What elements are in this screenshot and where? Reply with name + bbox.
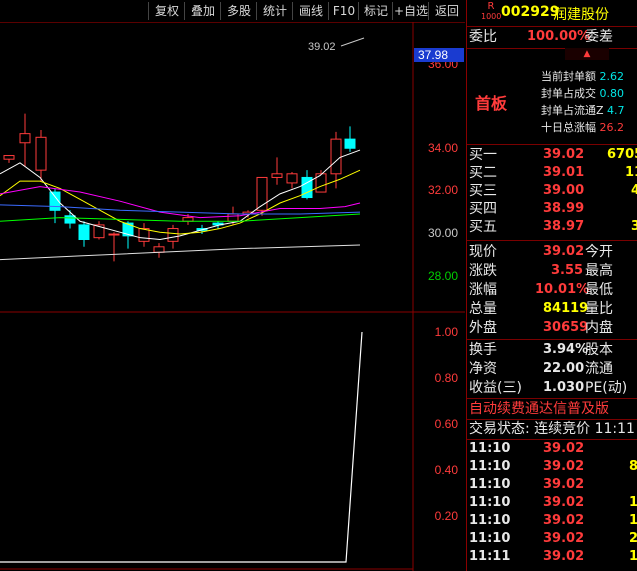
candle-body xyxy=(344,138,356,149)
price-tick-label: 30.00 xyxy=(428,226,458,240)
trade-status: 交易状态: 连续竞价 11:11 xyxy=(469,421,635,437)
board-stat-row: 封单占成交 0.80 xyxy=(541,87,624,100)
tick-row: 11:10 39.02 xyxy=(469,441,585,456)
tick-row: 11:10 39.02 2 xyxy=(469,531,637,546)
badge-bottom: 1000 xyxy=(481,12,502,21)
candle-body xyxy=(108,233,120,236)
kline-chart[interactable]: 36.00 34.00 32.00 30.00 28.00 37.98 39.0… xyxy=(0,22,465,571)
quote-row: 涨幅 10.01% 最低 xyxy=(469,282,613,298)
long-ma-line xyxy=(0,244,361,261)
board-title: 首板 xyxy=(475,94,508,113)
statistics-button[interactable]: 统计 xyxy=(256,2,293,20)
candle-body xyxy=(138,228,150,242)
indicator-tick-label: 0.40 xyxy=(435,463,459,477)
tick-row: 11:10 39.02 1 xyxy=(469,495,637,510)
high-price-annotation: 39.02 xyxy=(308,41,336,53)
price-tick-label: 34.00 xyxy=(428,141,458,155)
overlay-button[interactable]: 叠加 xyxy=(184,2,221,20)
board-stat-row: 十日总涨幅 26.2 xyxy=(541,121,624,134)
fundamental-row: 收益(三) 1.030 PE(动) xyxy=(469,380,628,396)
candle-body xyxy=(35,136,47,171)
board-stat-row: 封单占流通Z 4.7 xyxy=(541,104,625,117)
market-badge: R 1000 xyxy=(481,2,501,24)
candle-body xyxy=(182,217,194,222)
indicator-tick-label: 0.80 xyxy=(435,371,459,385)
bid-row[interactable]: 买一 39.02 6705 xyxy=(467,146,637,164)
quote-row: 外盘 30659 内盘 xyxy=(469,320,613,336)
candle-body xyxy=(271,173,283,178)
bid-row[interactable]: 买四 38.99 xyxy=(467,200,637,218)
badge-top: R xyxy=(487,1,495,12)
board-stat-row: 当前封单额 2.62 xyxy=(541,70,624,83)
annotation-arrow xyxy=(340,37,365,47)
collapse-icon[interactable]: ▲ xyxy=(565,48,609,60)
candle-body xyxy=(64,215,76,224)
quote-row: 涨跌 3.55 最高 xyxy=(469,263,613,279)
candle-body xyxy=(78,224,90,240)
f10-button[interactable]: F10 xyxy=(328,2,359,20)
stock-code: 002929 xyxy=(501,4,560,20)
stock-name: 润建股份 xyxy=(553,7,609,23)
tick-row: 11:10 39.02 xyxy=(469,477,585,492)
quote-row: 现价 39.02 今开 xyxy=(469,244,613,260)
board-stats: 当前封单额 2.62 封单占成交 0.80 封单占流通Z 4.7 十日总涨幅 2… xyxy=(541,68,637,136)
price-tick-label: 28.00 xyxy=(428,269,458,283)
mark-button[interactable]: 标记 xyxy=(358,2,393,20)
weici-label: 委差 xyxy=(585,29,613,45)
tick-row: 11:10 39.02 1 xyxy=(469,513,637,528)
news-ticker[interactable]: 自动续费通达信普及版 xyxy=(467,400,637,418)
tick-row: 11:10 39.02 8 xyxy=(469,459,637,474)
quote-row: 总量 84119 量比 xyxy=(469,301,613,317)
quote-panel: R 1000 002929 润建股份 委比 100.00% 委差 ▲ 首板 当前… xyxy=(466,0,637,571)
indicator-tick-label: 0.60 xyxy=(435,417,459,431)
candle-body xyxy=(19,133,31,144)
bid-row[interactable]: 买三 39.00 4 xyxy=(467,182,637,200)
candle-body xyxy=(286,173,298,184)
back-button[interactable]: 返回 xyxy=(428,2,465,20)
fuquan-button[interactable]: 复权 xyxy=(148,2,185,20)
candle-body xyxy=(330,138,342,175)
weibi-label: 委比 xyxy=(469,29,497,45)
candle-body xyxy=(167,228,179,242)
bid-row[interactable]: 买五 38.97 3 xyxy=(467,218,637,236)
fundamental-row: 净资 22.00 流通 xyxy=(469,361,613,377)
indicator-tick-label: 1.00 xyxy=(435,325,459,339)
candle-body xyxy=(3,155,15,160)
fundamental-row: 换手 3.94% 股本 xyxy=(469,342,613,358)
indicator-line xyxy=(0,331,363,563)
multi-stock-button[interactable]: 多股 xyxy=(220,2,257,20)
tick-row: 11:11 39.02 1 xyxy=(469,549,637,564)
chart-toolbar: 复权 叠加 多股 统计 画线 F10 标记 +自选 返回 xyxy=(0,0,465,23)
price-tick-label: 32.00 xyxy=(428,183,458,197)
current-price-tag: 37.98 xyxy=(418,48,448,62)
weibi-row: 委比 100.00% 委差 xyxy=(467,28,637,46)
add-favorite-button[interactable]: +自选 xyxy=(392,2,429,20)
indicator-tick-label: 0.20 xyxy=(435,509,459,523)
bid-row[interactable]: 买二 39.01 11 xyxy=(467,164,637,182)
draw-line-button[interactable]: 画线 xyxy=(292,2,329,20)
weibi-value: 100.00% xyxy=(527,29,591,44)
candle-body xyxy=(227,213,239,222)
candle-body xyxy=(153,246,165,253)
